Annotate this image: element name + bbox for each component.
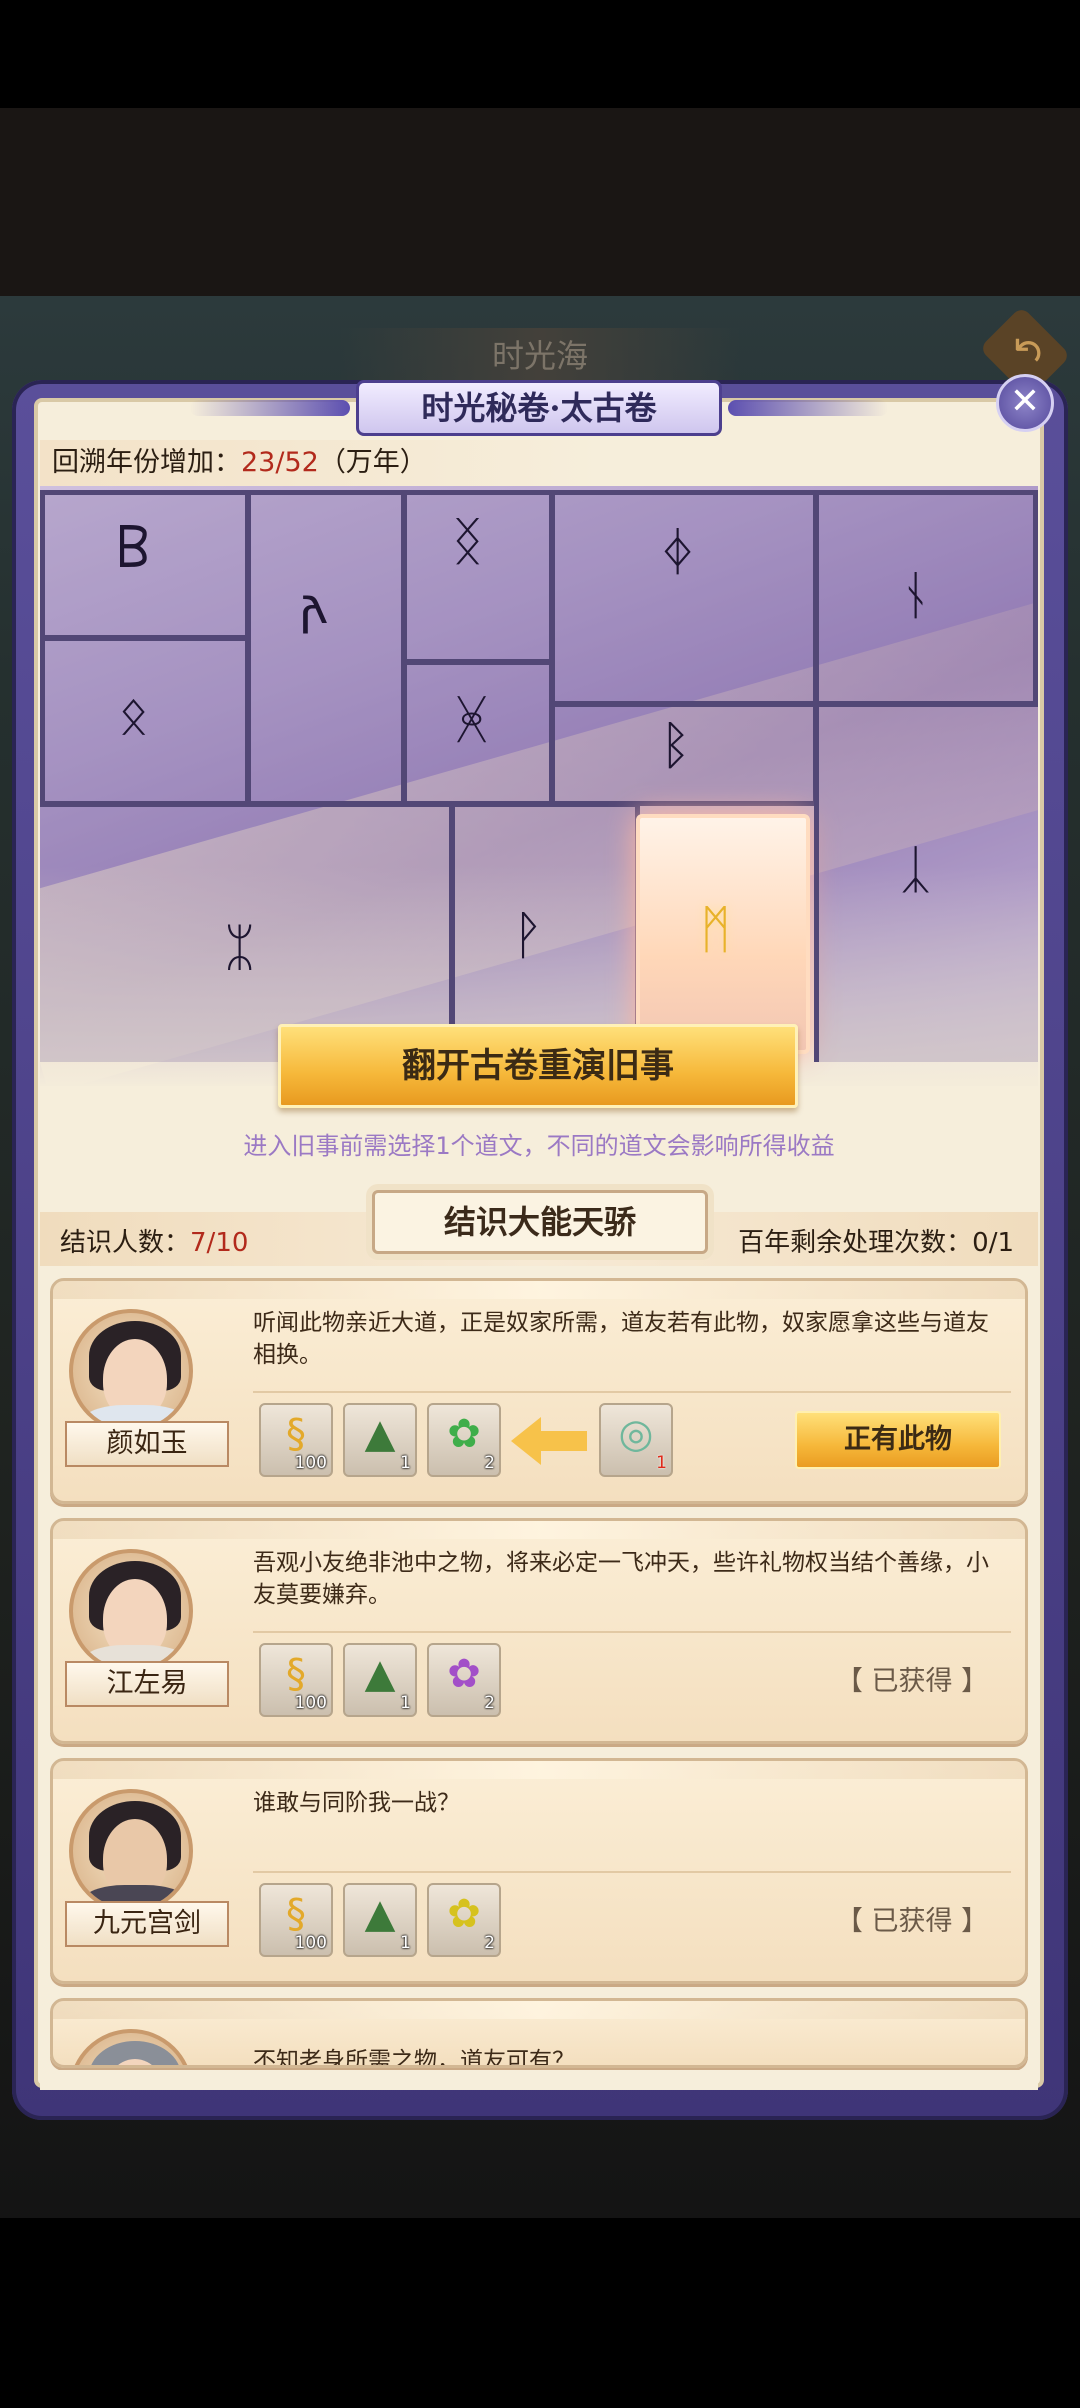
rune-glyph-icon: ᛝ — [452, 512, 484, 572]
panel-title: 时光秘卷·太古卷 — [356, 380, 722, 436]
rune-glyph-icon: ᚾ — [900, 566, 932, 626]
npc-card: 江左易 吾观小友绝非池中之物，将来必定一飞冲天，些许礼物权当结个善缘，小友莫要嫌… — [50, 1518, 1028, 1744]
years-value: 23/52 — [241, 447, 319, 478]
npc-quote: 吾观小友绝非池中之物，将来必定一飞冲天，些许礼物权当结个善缘，小友莫要嫌弃。 — [253, 1550, 989, 1608]
rune-glyph-icon: 𐌰 — [300, 576, 328, 636]
avatar — [69, 1549, 193, 1673]
npc-card: 九元宫剑 谁敢与同阶我一战？ § 100 ▲ 1 ✿ 2 【 已获得 】 — [50, 1758, 1028, 1984]
rune-glyph-icon: ᛟ — [118, 686, 150, 746]
flip-scroll-button[interactable]: 翻开古卷重演旧事 — [278, 1024, 798, 1108]
gold-dragon-icon[interactable]: § 100 — [259, 1883, 333, 1957]
rune-tile[interactable] — [246, 490, 406, 806]
gold-dragon-icon[interactable]: § 100 — [259, 1643, 333, 1717]
close-button[interactable]: ✕ — [996, 374, 1054, 432]
obtained-status: 【 已获得 】 — [835, 1906, 989, 1937]
title-ornament-left — [190, 400, 350, 416]
green-lotus-icon[interactable]: ✿ 2 — [427, 1403, 501, 1477]
jade-orb-icon[interactable]: ◎ 1 — [599, 1403, 673, 1477]
npc-name: 九元宫剑 — [65, 1901, 229, 1947]
npc-name: 颜如玉 — [65, 1421, 229, 1467]
panel-bottom-edge — [40, 2070, 1038, 2090]
background-title: 时光海 — [340, 328, 740, 384]
years-unit: （万年） — [318, 447, 427, 478]
acquaint-title: 结识大能天骄 — [372, 1190, 708, 1254]
npc-card: 不知老身所需之物，道友可有？ — [50, 1998, 1028, 2068]
exchange-arrow-icon — [511, 1417, 587, 1465]
npc-name: 江左易 — [65, 1661, 229, 1707]
npc-card: 颜如玉 听闻此物亲近大道，正是奴家所需，道友若有此物，奴家愿拿这些与道友相换。 … — [50, 1278, 1028, 1504]
rune-tile[interactable] — [450, 802, 640, 1062]
rune-glyph-icon: ᛯ — [224, 918, 256, 978]
close-x-icon: ✕ — [1009, 381, 1041, 422]
rune-glyph-icon: 𐊂 — [120, 520, 152, 580]
purple-lotus-icon[interactable]: ✿ 2 — [427, 1643, 501, 1717]
yellow-lotus-icon[interactable]: ✿ 2 — [427, 1883, 501, 1957]
npc-quote: 听闻此物亲近大道，正是奴家所需，道友若有此物，奴家愿拿这些与道友相换。 — [253, 1310, 989, 1368]
selection-hint: 进入旧事前需选择1个道文，不同的道文会影响所得收益 — [243, 1132, 835, 1160]
have-item-button[interactable]: 正有此物 — [795, 1411, 1001, 1469]
remaining-count: 百年剩余处理次数：0/1 — [738, 1228, 1014, 1258]
pagoda-icon[interactable]: ▲ 1 — [343, 1403, 417, 1477]
npc-quote: 不知老身所需之物，道友可有？ — [253, 2048, 575, 2068]
avatar — [69, 1789, 193, 1913]
pagoda-icon[interactable]: ▲ 1 — [343, 1643, 417, 1717]
rune-glyph-icon: ᚸ — [456, 690, 488, 750]
rune-glyph-icon: ᛒ — [660, 716, 692, 776]
avatar — [69, 2029, 193, 2065]
rune-glyph-icon: ᛄ — [662, 522, 694, 582]
rune-glyph-icon: ᚹ — [512, 906, 544, 966]
acquaint-count: 结识人数：7/10 — [60, 1228, 249, 1258]
pagoda-icon[interactable]: ▲ 1 — [343, 1883, 417, 1957]
npc-quote: 谁敢与同阶我一战？ — [253, 1790, 460, 1816]
obtained-status: 【 已获得 】 — [835, 1666, 989, 1697]
gold-dragon-icon[interactable]: § 100 — [259, 1403, 333, 1477]
rune-glyph-icon: ᛣ — [900, 840, 932, 900]
years-label: 回溯年份增加： — [52, 447, 241, 478]
years-increase: 回溯年份增加：23/52（万年） — [40, 440, 600, 486]
rune-glyph-selected-icon: ᛗ — [700, 900, 732, 960]
title-ornament-right — [728, 400, 888, 416]
avatar — [69, 1309, 193, 1433]
